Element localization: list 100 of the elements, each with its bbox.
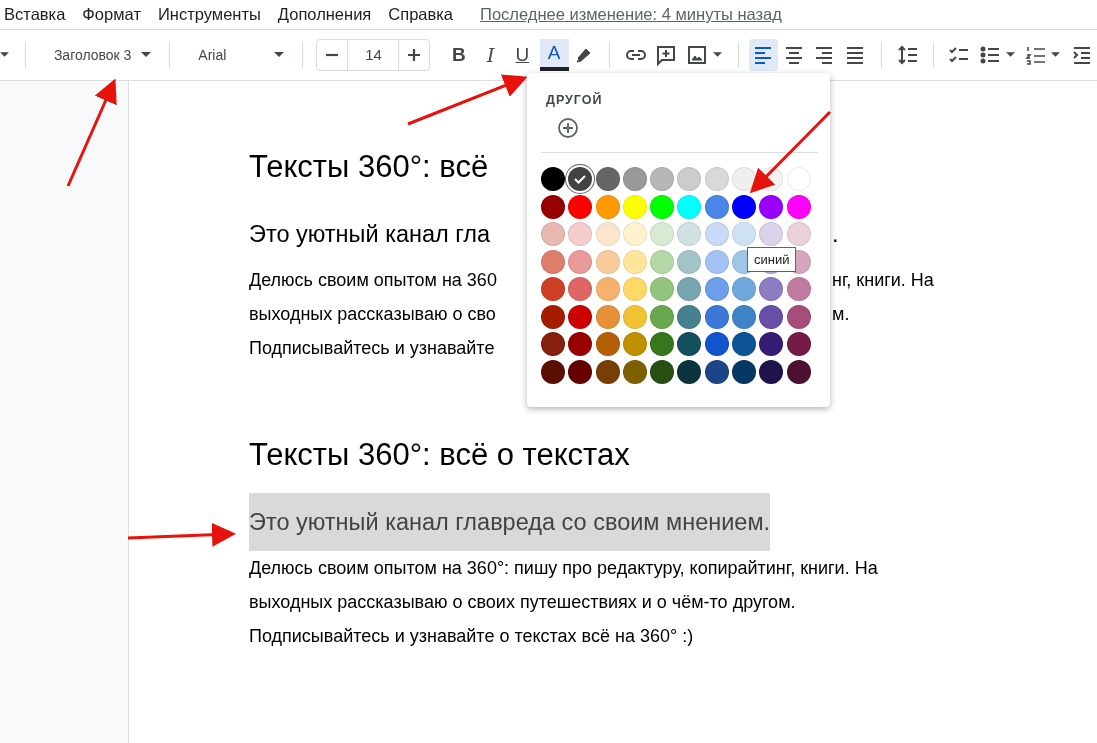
color-swatch[interactable]: [677, 304, 702, 329]
color-swatch[interactable]: [650, 332, 675, 356]
caret-icon[interactable]: [1005, 52, 1015, 58]
color-swatch[interactable]: [595, 277, 620, 301]
color-swatch[interactable]: [759, 277, 784, 301]
color-swatch[interactable]: [650, 194, 675, 219]
color-swatch[interactable]: [650, 277, 675, 301]
add-comment-icon[interactable]: [655, 44, 678, 66]
color-swatch[interactable]: [622, 222, 647, 246]
color-swatch[interactable]: [595, 332, 620, 356]
color-swatch[interactable]: [650, 167, 675, 191]
color-swatch[interactable]: [759, 194, 784, 219]
color-swatch[interactable]: [568, 277, 593, 301]
color-swatch[interactable]: [786, 194, 811, 219]
color-swatch[interactable]: [704, 359, 729, 384]
caret-icon[interactable]: [273, 52, 284, 58]
text-color-button[interactable]: A: [539, 39, 569, 71]
style-dropdown[interactable]: Заголовок 3: [35, 47, 160, 63]
color-swatch[interactable]: [759, 222, 784, 246]
color-swatch[interactable]: [595, 249, 620, 274]
color-swatch[interactable]: [568, 167, 593, 191]
color-swatch[interactable]: [595, 194, 620, 219]
menu-item[interactable]: Вставка: [4, 5, 66, 24]
color-swatch[interactable]: [677, 277, 702, 301]
color-swatch[interactable]: [568, 194, 593, 219]
color-swatch[interactable]: [786, 222, 811, 246]
color-swatch[interactable]: [568, 222, 593, 246]
menu-item[interactable]: Дополнения: [277, 5, 372, 24]
color-swatch[interactable]: [677, 249, 702, 274]
bold-button[interactable]: B: [444, 39, 474, 71]
color-swatch[interactable]: [759, 359, 784, 384]
color-swatch[interactable]: [541, 249, 565, 274]
color-swatch[interactable]: [541, 359, 565, 384]
color-swatch[interactable]: [622, 332, 647, 356]
color-swatch[interactable]: [622, 167, 647, 191]
color-swatch[interactable]: [568, 304, 593, 329]
color-swatch[interactable]: [704, 167, 729, 191]
color-swatch[interactable]: [622, 194, 647, 219]
caret-icon[interactable]: [141, 52, 152, 58]
color-swatch[interactable]: [786, 304, 811, 329]
menu-item[interactable]: Формат: [82, 5, 141, 24]
color-swatch[interactable]: [568, 249, 593, 274]
color-swatch[interactable]: [677, 359, 702, 384]
line-spacing-icon[interactable]: [896, 44, 919, 66]
color-swatch[interactable]: [541, 194, 565, 219]
color-swatch[interactable]: [732, 332, 757, 356]
menu-item[interactable]: Справка: [388, 5, 454, 24]
color-swatch[interactable]: [622, 249, 647, 274]
color-swatch[interactable]: [732, 359, 757, 384]
color-swatch[interactable]: [704, 222, 729, 246]
color-swatch[interactable]: [786, 277, 811, 301]
color-swatch[interactable]: [568, 359, 593, 384]
color-swatch[interactable]: [786, 359, 811, 384]
color-swatch[interactable]: [541, 167, 565, 191]
color-swatch[interactable]: [677, 194, 702, 219]
caret-icon[interactable]: [1051, 52, 1061, 58]
menu-item[interactable]: Инструменты: [157, 5, 261, 24]
numbered-list-icon[interactable]: [1024, 44, 1047, 66]
color-swatch[interactable]: [595, 222, 620, 246]
color-swatch[interactable]: [595, 304, 620, 329]
color-swatch[interactable]: [541, 304, 565, 329]
underline-button[interactable]: U: [508, 39, 537, 71]
image-icon[interactable]: [686, 44, 709, 66]
color-swatch[interactable]: [650, 249, 675, 274]
color-swatch[interactable]: [732, 222, 757, 246]
color-swatch[interactable]: [541, 222, 565, 246]
font-dropdown[interactable]: Arial: [180, 47, 292, 63]
color-swatch[interactable]: [732, 304, 757, 329]
color-swatch[interactable]: [786, 332, 811, 356]
color-swatch[interactable]: [732, 167, 757, 191]
caret-icon[interactable]: [0, 52, 9, 58]
color-swatch[interactable]: [622, 277, 647, 301]
add-custom-color-icon[interactable]: [557, 117, 579, 139]
color-swatch[interactable]: [677, 332, 702, 356]
color-swatch[interactable]: [677, 167, 702, 191]
caret-icon[interactable]: [712, 52, 722, 58]
color-swatch[interactable]: [595, 359, 620, 384]
color-swatch[interactable]: [759, 304, 784, 329]
color-swatch[interactable]: [704, 249, 729, 274]
color-swatch[interactable]: [732, 194, 757, 219]
italic-button[interactable]: I: [476, 39, 505, 71]
color-swatch[interactable]: [622, 304, 647, 329]
indent-icon[interactable]: [1070, 44, 1093, 66]
color-swatch[interactable]: [541, 332, 565, 356]
color-swatch[interactable]: [704, 304, 729, 329]
color-swatch[interactable]: [704, 194, 729, 219]
last-edit-link[interactable]: Последнее изменение: 4 минуты назад: [480, 5, 782, 24]
color-swatch[interactable]: [568, 332, 593, 356]
color-swatch[interactable]: [759, 332, 784, 356]
color-swatch[interactable]: [650, 359, 675, 384]
bulleted-list-icon[interactable]: [979, 44, 1002, 66]
color-swatch[interactable]: [677, 222, 702, 246]
color-swatch[interactable]: [541, 277, 565, 301]
color-swatch[interactable]: [704, 277, 729, 301]
color-swatch[interactable]: [595, 167, 620, 191]
color-swatch[interactable]: [650, 304, 675, 329]
color-swatch[interactable]: [732, 277, 757, 301]
color-swatch[interactable]: [650, 222, 675, 246]
color-swatch[interactable]: [622, 359, 647, 384]
color-swatch[interactable]: [704, 332, 729, 356]
